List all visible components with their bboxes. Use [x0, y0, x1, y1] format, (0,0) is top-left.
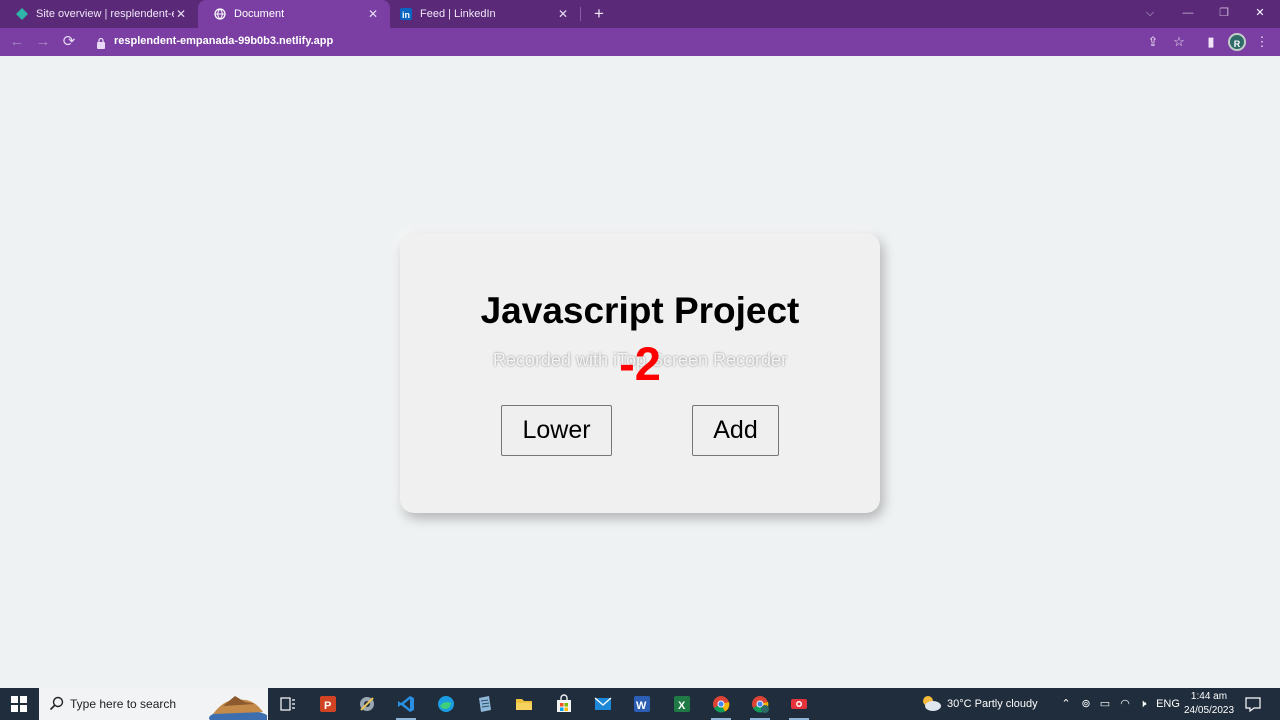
page-viewport: Javascript Project Recorded with iTop Sc…	[0, 56, 1280, 688]
mail-icon[interactable]	[591, 692, 615, 716]
netlify-icon	[16, 8, 28, 20]
notepad-icon[interactable]	[473, 692, 497, 716]
search-highlight-image	[205, 692, 268, 720]
search-placeholder: Type here to search	[70, 697, 177, 711]
weather-icon[interactable]	[920, 688, 942, 720]
tab-document[interactable]: Document ✕	[198, 0, 390, 28]
globe-icon	[214, 8, 226, 20]
tab-separator	[580, 7, 581, 21]
notification-icon[interactable]	[1244, 696, 1262, 713]
lock-icon	[96, 36, 106, 49]
tab-title: Document	[234, 8, 285, 20]
tab-linkedin[interactable]: in Feed | LinkedIn ✕	[390, 0, 580, 28]
language-indicator[interactable]: ENG	[1156, 688, 1180, 720]
add-button[interactable]: Add	[692, 405, 779, 456]
chrome-icon[interactable]	[709, 692, 733, 720]
counter-value: -2	[619, 337, 661, 390]
search-icon	[49, 696, 65, 712]
browser-tab-strip: Site overview | resplendent-empanada ✕ D…	[0, 0, 1280, 28]
system-tool-icon[interactable]	[355, 692, 379, 716]
word-icon[interactable]: W	[630, 692, 654, 716]
close-tab-icon[interactable]: ✕	[366, 7, 380, 21]
windows-taskbar: Type here to search P W X 30°C Partly cl…	[0, 688, 1280, 720]
close-window-icon[interactable]: ✕	[1242, 0, 1278, 28]
file-explorer-icon[interactable]	[512, 692, 536, 716]
taskbar-search-box[interactable]: Type here to search	[39, 688, 268, 720]
counter-card: Javascript Project Recorded with iTop Sc…	[400, 233, 880, 513]
new-tab-button[interactable]: +	[589, 4, 609, 24]
lower-button[interactable]: Lower	[501, 405, 612, 456]
page-title: Javascript Project	[480, 290, 800, 331]
menu-kebab-icon[interactable]: ⋮	[1252, 32, 1272, 52]
edge-icon[interactable]	[434, 692, 458, 716]
battery-icon[interactable]: ▭	[1098, 688, 1112, 720]
close-tab-icon[interactable]: ✕	[556, 7, 570, 21]
svg-text:in: in	[402, 10, 410, 20]
microsoft-store-icon[interactable]	[552, 692, 576, 716]
meet-now-icon[interactable]: ⊚	[1079, 688, 1093, 720]
forward-arrow-icon[interactable]: →	[33, 32, 53, 52]
minimize-icon[interactable]: —	[1170, 0, 1206, 28]
svg-text:W: W	[636, 700, 647, 712]
wifi-icon[interactable]: ◠	[1118, 688, 1132, 720]
url-text: resplendent-empanada-99b0b3.netlify.app	[114, 35, 334, 47]
profile-avatar[interactable]: R	[1228, 33, 1246, 51]
reload-icon[interactable]: ⟳	[59, 32, 79, 52]
tab-site-overview[interactable]: Site overview | resplendent-empanada ✕	[0, 0, 198, 28]
chevron-up-icon[interactable]: ⌃	[1059, 688, 1073, 720]
clock-time: 1:44 am	[1190, 691, 1228, 702]
linkedin-icon: in	[400, 8, 412, 20]
vscode-icon[interactable]	[394, 692, 418, 720]
tab-title: Feed | LinkedIn	[420, 8, 496, 20]
clock-date: 24/05/2023	[1184, 705, 1235, 716]
taskbar-clock[interactable]: 1:44 am 24/05/2023	[1184, 690, 1234, 718]
bookmark-star-icon[interactable]: ☆	[1169, 32, 1189, 52]
screen-recorder-icon[interactable]	[787, 692, 811, 720]
tab-search-icon[interactable]: ⌵	[1132, 0, 1168, 28]
weather-text[interactable]: 30°C Partly cloudy	[947, 688, 1057, 720]
tab-title: Site overview | resplendent-empanada	[36, 8, 174, 20]
side-panel-icon[interactable]: ▮	[1201, 32, 1221, 52]
restore-icon[interactable]: ❐	[1206, 0, 1242, 28]
speaker-muted-icon[interactable]: 🕨	[1136, 688, 1150, 720]
back-arrow-icon[interactable]: ←	[7, 32, 27, 52]
task-view-icon[interactable]	[276, 692, 300, 716]
excel-icon[interactable]: X	[670, 692, 694, 716]
address-bar[interactable]: resplendent-empanada-99b0b3.netlify.app	[88, 31, 1198, 53]
powerpoint-icon[interactable]: P	[316, 692, 340, 716]
share-icon[interactable]: ⇪	[1143, 32, 1163, 52]
svg-text:P: P	[324, 700, 331, 712]
chrome-profile-icon[interactable]	[748, 692, 772, 720]
close-tab-icon[interactable]: ✕	[174, 7, 188, 21]
svg-text:X: X	[678, 700, 686, 712]
windows-start-icon[interactable]	[0, 688, 38, 720]
browser-toolbar: ← → ⟳ resplendent-empanada-99b0b3.netlif…	[0, 28, 1280, 56]
